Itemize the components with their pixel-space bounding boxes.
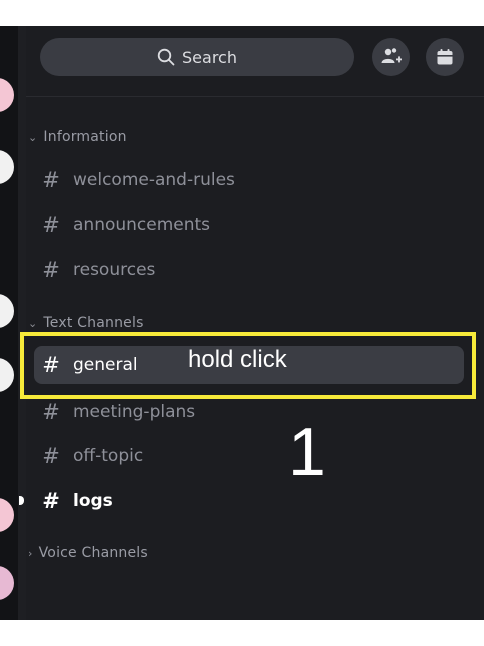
discord-window: Search ⌄ Information # welcome-and-rules… <box>0 26 484 620</box>
channel-sidebar: Search ⌄ Information # welcome-and-rules… <box>26 26 484 620</box>
server-icon[interactable] <box>0 78 14 112</box>
header-divider <box>26 96 484 97</box>
channel-name: resources <box>73 260 156 280</box>
server-icon[interactable] <box>0 358 14 392</box>
chevron-right-icon: › <box>28 546 33 560</box>
chevron-down-icon: ⌄ <box>28 316 38 330</box>
hashtag-icon: # <box>42 168 60 192</box>
hashtag-icon: # <box>42 444 60 468</box>
category-information[interactable]: ⌄ Information <box>28 129 127 145</box>
hashtag-icon: # <box>42 258 60 282</box>
chevron-down-icon: ⌄ <box>28 130 38 144</box>
hashtag-icon: # <box>42 213 60 237</box>
annotation-step-number: 1 <box>288 414 326 490</box>
search-icon <box>157 48 175 66</box>
server-icon[interactable] <box>0 150 14 184</box>
category-text-channels[interactable]: ⌄ Text Channels <box>28 315 144 331</box>
channel-off-topic[interactable]: # off-topic <box>40 444 143 468</box>
category-label: Voice Channels <box>38 545 148 561</box>
hashtag-icon: # <box>42 489 60 513</box>
channel-resources[interactable]: # resources <box>40 258 155 282</box>
server-icon[interactable] <box>0 498 14 532</box>
unread-indicator <box>19 496 24 505</box>
channel-name: welcome-and-rules <box>73 170 235 190</box>
server-icon[interactable] <box>0 294 14 328</box>
channel-name: logs <box>73 491 113 511</box>
server-icon[interactable] <box>0 566 14 600</box>
channel-name: meeting-plans <box>73 402 196 422</box>
channel-meeting-plans[interactable]: # meeting-plans <box>40 400 195 424</box>
channel-name: announcements <box>73 215 211 235</box>
events-button[interactable] <box>426 38 464 76</box>
add-user-icon <box>381 48 402 63</box>
search-button[interactable]: Search <box>40 38 354 76</box>
server-rail <box>0 26 18 620</box>
channel-welcome-and-rules[interactable]: # welcome-and-rules <box>40 168 235 192</box>
channel-logs[interactable]: # logs <box>40 489 113 513</box>
category-label: Information <box>43 129 127 145</box>
search-label: Search <box>182 47 237 67</box>
invite-people-button[interactable] <box>372 38 410 76</box>
hashtag-icon: # <box>42 400 60 424</box>
category-label: Text Channels <box>43 315 144 331</box>
category-voice-channels[interactable]: › Voice Channels <box>28 545 148 561</box>
channel-name: off-topic <box>73 446 144 466</box>
channel-announcements[interactable]: # announcements <box>40 213 210 237</box>
calendar-icon <box>437 49 453 65</box>
annotation-instruction: hold click <box>188 346 287 373</box>
